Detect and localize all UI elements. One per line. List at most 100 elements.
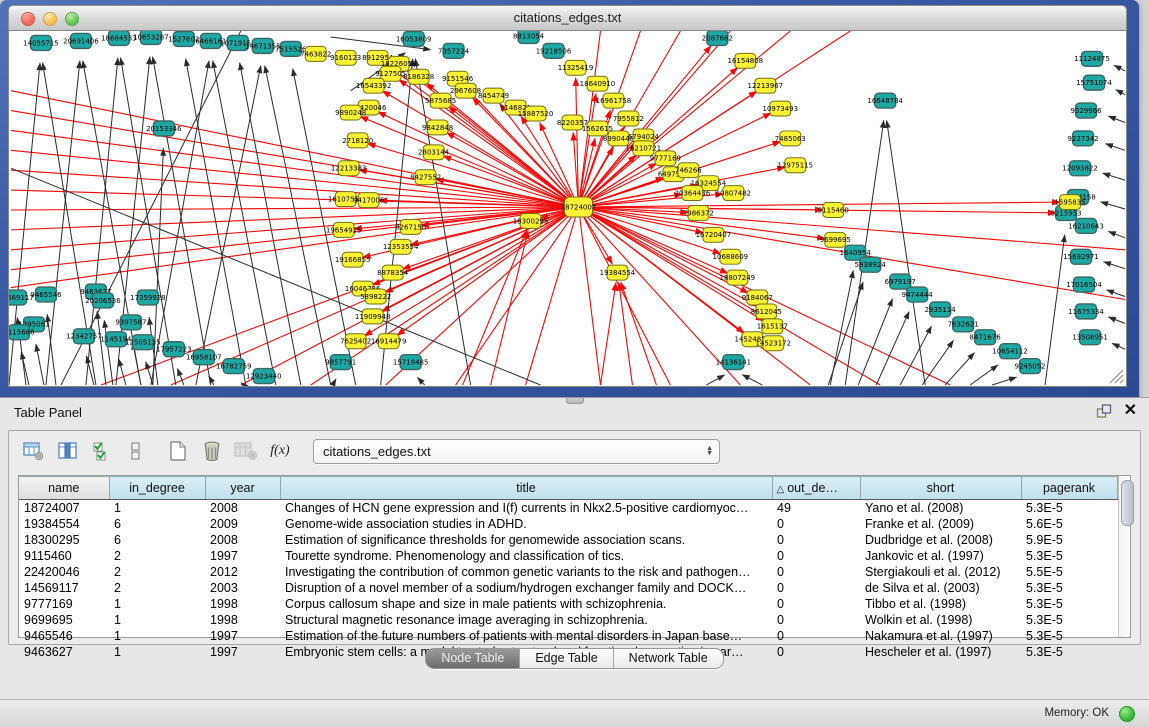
table-cell[interactable]: Stergiakouli et al. (2012): [860, 564, 1021, 580]
graph-node[interactable]: 9474444: [902, 287, 934, 302]
table-cell[interactable]: Tibbo et al. (1998): [860, 596, 1021, 612]
graph-node[interactable]: 2718120: [342, 133, 373, 148]
close-panel-icon[interactable]: ✕: [1124, 403, 1137, 419]
table-cell[interactable]: 5.3E-5: [1021, 628, 1117, 644]
window-resize-grip[interactable]: [1106, 366, 1124, 384]
graph-node[interactable]: 11675334: [1068, 304, 1104, 319]
graph-node[interactable]: 20153346: [146, 121, 182, 136]
graph-node[interactable]: 16154808: [728, 53, 764, 68]
table-row[interactable]: 1872400712008Changes of HCN gene express…: [19, 500, 1117, 517]
graph-node[interactable]: 10654112: [992, 344, 1028, 359]
graph-node[interactable]: 15718485: [393, 355, 429, 370]
table-cell[interactable]: 2008: [205, 500, 280, 517]
table-cell[interactable]: 2003: [205, 580, 280, 596]
table-row[interactable]: 946554611997Estimation of the future num…: [19, 628, 1117, 644]
column-header-short[interactable]: short: [860, 477, 1021, 500]
table-cell[interactable]: 5.3E-5: [1021, 500, 1117, 517]
table-row[interactable]: 911546021997Tourette syndrome. Phenomeno…: [19, 548, 1117, 564]
table-row[interactable]: 1456911722003Disruption of a novel membe…: [19, 580, 1117, 596]
table-cell[interactable]: 1997: [205, 628, 280, 644]
table-cell[interactable]: Tourette syndrome. Phenomenology and cla…: [280, 548, 772, 564]
table-cell[interactable]: Nakamura et al. (1997): [860, 628, 1021, 644]
table-cell[interactable]: 18300295: [19, 532, 109, 548]
graph-node[interactable]: 746266: [675, 163, 702, 178]
graph-node[interactable]: 9699695: [820, 232, 851, 247]
table-cell[interactable]: Dudbridge et al. (2008): [860, 532, 1021, 548]
graph-node[interactable]: 17016504: [1066, 277, 1102, 292]
graph-node-hub[interactable]: 18724007: [561, 197, 597, 217]
column-header-year[interactable]: year: [205, 477, 280, 500]
graph-node[interactable]: 20691406: [63, 33, 99, 48]
row-height-icon[interactable]: [121, 437, 151, 465]
graph-node[interactable]: 1615137: [757, 319, 788, 334]
network-canvas-svg[interactable]: 1872400714055715206914061868453310653287…: [9, 31, 1126, 386]
table-mode-icon[interactable]: [19, 437, 49, 465]
table-cell[interactable]: 0: [772, 516, 860, 532]
table-cell[interactable]: 9115460: [19, 548, 109, 564]
graph-node[interactable]: 7485063: [775, 131, 806, 146]
graph-node[interactable]: 9245052: [1015, 359, 1046, 374]
function-builder-icon[interactable]: f(x): [265, 437, 295, 465]
table-cell[interactable]: 6: [109, 532, 205, 548]
graph-node[interactable]: 18640910: [580, 76, 616, 91]
graph-node[interactable]: 9842848: [422, 120, 453, 135]
table-cell[interactable]: 9777169: [19, 596, 109, 612]
table-cell[interactable]: 5.3E-5: [1021, 580, 1117, 596]
graph-node[interactable]: 12923440: [246, 369, 282, 384]
graph-node[interactable]: 18684533: [101, 31, 137, 45]
graph-node[interactable]: 11325419: [558, 60, 594, 75]
table-cell[interactable]: Jankovic et al. (1997): [860, 548, 1021, 564]
float-panel-icon[interactable]: [1096, 404, 1112, 419]
tab-edge-table[interactable]: Edge Table: [519, 649, 612, 668]
table-cell[interactable]: 1: [109, 628, 205, 644]
graph-node[interactable]: 15751074: [1076, 75, 1112, 90]
table-cell[interactable]: 9699695: [19, 612, 109, 628]
graph-node[interactable]: 12975115: [778, 158, 814, 173]
table-cell[interactable]: Investigating the contribution of common…: [280, 564, 772, 580]
table-cell[interactable]: 5.3E-5: [1021, 596, 1117, 612]
table-cell[interactable]: 2: [109, 548, 205, 564]
graph-node[interactable]: 19218506: [536, 43, 572, 58]
table-cell[interactable]: 5.5E-5: [1021, 564, 1117, 580]
column-visibility-icon[interactable]: [53, 437, 83, 465]
table-cell[interactable]: 1: [109, 612, 205, 628]
table-cell[interactable]: Structural magnetic resonance image aver…: [280, 612, 772, 628]
graph-node[interactable]: 8454749: [478, 88, 509, 103]
table-cell[interactable]: 1998: [205, 612, 280, 628]
graph-node[interactable]: 12093822: [1062, 161, 1098, 176]
table-cell[interactable]: 19384554: [19, 516, 109, 532]
create-column-icon[interactable]: [163, 437, 193, 465]
table-cell[interactable]: Wolkin et al. (1998): [860, 612, 1021, 628]
graph-node[interactable]: 7357224: [438, 43, 470, 58]
graph-node[interactable]: 2087682: [702, 31, 733, 45]
table-cell[interactable]: 0: [772, 564, 860, 580]
graph-node[interactable]: 19166855: [335, 252, 371, 267]
table-cell[interactable]: 22420046: [19, 564, 109, 580]
table-cell[interactable]: 1997: [205, 548, 280, 564]
network-window-titlebar[interactable]: citations_edges.txt: [8, 5, 1127, 32]
graph-node[interactable]: 9397587: [115, 315, 146, 330]
table-cell[interactable]: Estimation of significance thresholds fo…: [280, 532, 772, 548]
table-selector-dropdown[interactable]: citations_edges.txt ▲▼: [313, 439, 720, 464]
graph-node[interactable]: 7625402: [340, 334, 371, 349]
table-cell[interactable]: 2: [109, 580, 205, 596]
graph-node[interactable]: 9777169: [650, 151, 681, 166]
graph-node[interactable]: 8612045: [751, 304, 782, 319]
table-cell[interactable]: 5.3E-5: [1021, 612, 1117, 628]
graph-node[interactable]: 8471676: [970, 330, 1001, 345]
table-cell[interactable]: 6: [109, 516, 205, 532]
graph-node[interactable]: 16961758: [596, 93, 632, 108]
graph-node[interactable]: 10973493: [763, 101, 799, 116]
table-cell[interactable]: de Silva et al. (2003): [860, 580, 1021, 596]
table-cell[interactable]: 0: [772, 612, 860, 628]
graph-node[interactable]: 8813054: [513, 31, 545, 43]
table-cell[interactable]: Genome-wide association studies in ADHD.: [280, 516, 772, 532]
selection-mode-icon[interactable]: [87, 437, 117, 465]
table-cell[interactable]: 18724007: [19, 500, 109, 517]
column-header-out-degree[interactable]: △out_de…: [772, 477, 860, 500]
table-cell[interactable]: Estimation of the future numbers of pati…: [280, 628, 772, 644]
table-row[interactable]: 1938455462009Genome-wide association stu…: [19, 516, 1117, 532]
graph-node[interactable]: 12342757: [66, 329, 102, 344]
graph-node[interactable]: 16648784: [867, 93, 903, 108]
table-cell[interactable]: 9465546: [19, 628, 109, 644]
